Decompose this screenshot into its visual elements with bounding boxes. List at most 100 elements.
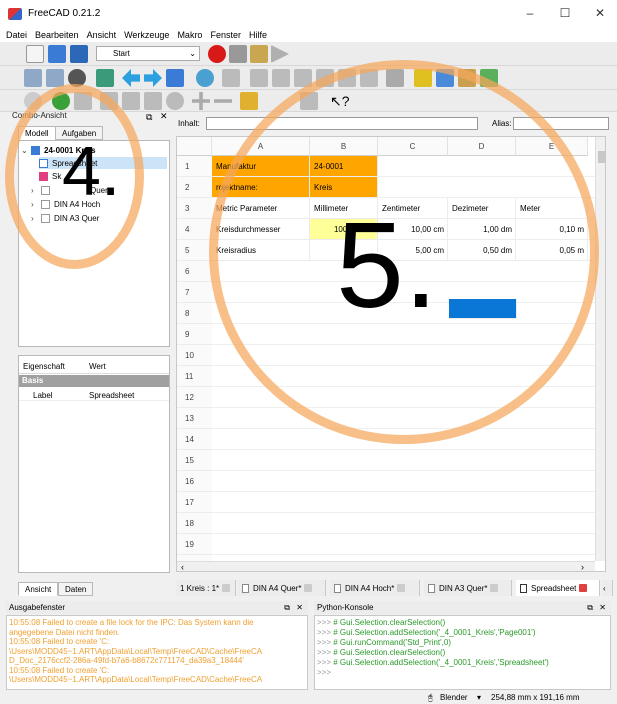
tree-item-din-a4-hoch[interactable]: › DIN A4 Hoch [31,198,100,210]
menu-datei[interactable]: Datei [6,30,27,40]
menu-fenster[interactable]: Fenster [210,30,241,40]
column-header-d[interactable]: D [448,137,516,156]
menu-makro[interactable]: Makro [177,30,202,40]
record-macro-icon[interactable] [208,45,226,63]
cell-c4[interactable]: 10,00 cm [378,219,448,240]
tab-modell[interactable]: Modell [18,126,56,140]
refresh-icon[interactable] [144,92,162,110]
cell-c5[interactable]: 5,00 cm [378,240,448,261]
inhalt-input[interactable] [206,117,478,130]
row-header[interactable]: 9 [177,324,212,345]
cell-a4[interactable]: Kreisdurchmesser [212,219,310,240]
part-icon[interactable] [414,69,432,87]
cell-d4[interactable]: 1,00 dm [448,219,516,240]
back-arrow-icon[interactable] [122,69,140,87]
doc-tab-kreis[interactable]: 1 Kreis : 1* [176,580,236,596]
view-top-icon[interactable] [272,69,290,87]
tree-item-sketch[interactable]: Sk [39,170,61,182]
undock-icon[interactable]: ⧉ [146,112,152,123]
menu-ansicht[interactable]: Ansicht [87,30,117,40]
split-cell-icon[interactable] [122,92,140,110]
cell-b4[interactable]: 100,00 mm [310,219,378,240]
row-header[interactable]: 8 [177,303,212,324]
row-header[interactable]: 19 [177,534,212,555]
draw-style-icon[interactable] [68,69,86,87]
tab-aufgaben[interactable]: Aufgaben [55,126,104,140]
property-row[interactable]: Label Spreadsheet [19,388,169,401]
view-isometric-icon[interactable] [222,69,240,87]
view-rear-icon[interactable] [316,69,334,87]
close-tab-icon[interactable] [304,584,313,592]
cell-e5[interactable]: 0,05 m [516,240,588,261]
tab-daten[interactable]: Daten [58,582,94,596]
cell-d3[interactable]: Dezimeter [448,198,516,219]
fit-selection-icon[interactable] [46,69,64,87]
cell-b2[interactable]: Kreis [310,177,378,198]
corner-header[interactable] [177,137,212,156]
output-window[interactable]: 10:55:08 Failed to create a file lock fo… [6,615,308,690]
close-panel-icon[interactable]: ✕ [599,601,606,614]
tree-root-row[interactable]: ⌄ 24-0001 Kreis [21,144,96,156]
dimension-readout[interactable]: 254,88 mm x 191,16 mm [491,693,579,702]
tab-scroll-arrows[interactable]: ‹ [602,580,613,596]
undock-icon[interactable]: ⧉ [284,601,290,614]
recompute-icon[interactable] [300,92,318,110]
cell-d5[interactable]: 0,50 dm [448,240,516,261]
save-icon[interactable] [70,45,88,63]
chevron-left-icon[interactable]: ‹ [603,584,606,593]
close-button[interactable]: ✕ [590,6,610,20]
import-icon[interactable] [52,92,70,110]
row-header[interactable]: 17 [177,492,212,513]
fit-all-icon[interactable] [24,69,42,87]
row-header[interactable]: 11 [177,366,212,387]
row-header[interactable]: 4 [177,219,212,240]
column-header-c[interactable]: C [378,137,448,156]
row-header[interactable]: 10 [177,345,212,366]
workbench-selector[interactable]: Start ⌄ [96,46,200,61]
execute-macro-icon[interactable] [271,45,289,63]
row-header[interactable]: 6 [177,261,212,282]
tree-item-din-a3-quer[interactable]: › DIN A3 Quer [31,212,99,224]
row-header[interactable]: 16 [177,471,212,492]
column-header-e[interactable]: E [516,137,588,156]
scroll-left-icon[interactable]: ‹ [181,562,184,571]
horizontal-scrollbar[interactable]: ‹ › [177,561,595,571]
view-left-icon[interactable] [360,69,378,87]
remove-row-icon[interactable] [214,99,232,103]
tab-ansicht[interactable]: Ansicht [18,582,59,596]
undock-icon[interactable]: ⧉ [587,601,593,614]
export-icon[interactable] [74,92,92,110]
group-icon[interactable] [436,69,454,87]
doc-tab-din-a4-quer[interactable]: DIN A4 Quer* [238,580,326,596]
row-header[interactable]: 15 [177,450,212,471]
view-right-icon[interactable] [294,69,312,87]
create-sheet-icon[interactable] [24,92,42,110]
close-tab-icon[interactable] [490,584,499,592]
row-header[interactable]: 18 [177,513,212,534]
open-folder-icon[interactable] [48,45,66,63]
navigation-style[interactable]: Blender [440,693,468,702]
clear-icon[interactable] [166,92,184,110]
row-header[interactable]: 12 [177,387,212,408]
vertical-scrollbar[interactable] [595,137,605,561]
row-header[interactable]: 5 [177,240,212,261]
stop-macro-icon[interactable] [229,45,247,63]
menu-bearbeiten[interactable]: Bearbeiten [35,30,79,40]
row-header[interactable]: 7 [177,282,212,303]
cell-d8-selected[interactable] [449,299,517,319]
cell-c3[interactable]: Zentimeter [378,198,448,219]
python-console[interactable]: >>> # Gui.Selection.clearSelection() >>>… [314,615,611,690]
view-bottom-icon[interactable] [338,69,356,87]
scroll-right-icon[interactable]: › [581,562,584,571]
doc-tab-din-a3-quer[interactable]: DIN A3 Quer* [424,580,512,596]
sync-view-icon[interactable] [96,69,114,87]
cell-b5[interactable]: 5 [310,240,378,261]
column-header-b[interactable]: B [310,137,378,156]
add-row-icon[interactable] [192,92,210,110]
cell-a5[interactable]: Kreisradius [212,240,310,261]
std-views-icon[interactable] [166,69,184,87]
link-actions-icon[interactable] [480,69,498,87]
forward-arrow-icon[interactable] [144,69,162,87]
cell-a3[interactable]: Metric Parameter [212,198,310,219]
column-header-a[interactable]: A [212,137,310,156]
